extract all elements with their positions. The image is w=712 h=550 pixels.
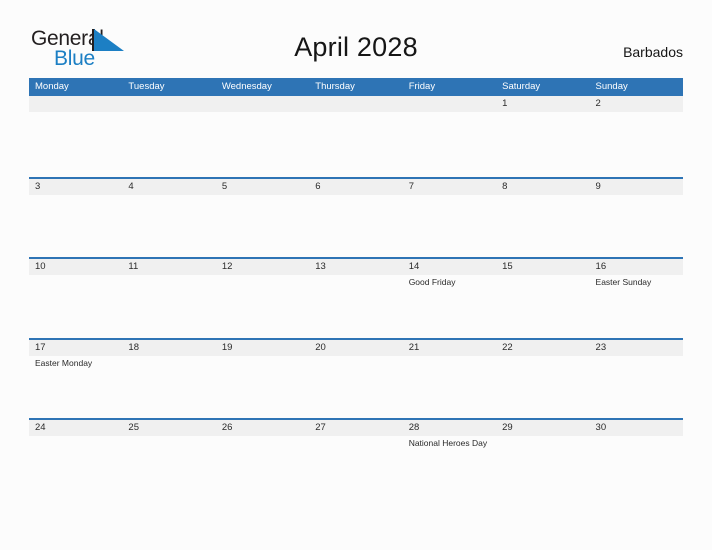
calendar-week-row: 1 2 (29, 96, 683, 177)
day-cell[interactable] (403, 96, 496, 177)
day-event: National Heroes Day (408, 438, 488, 448)
day-event: Easter Sunday (595, 277, 652, 287)
day-cell[interactable]: 24 (29, 420, 122, 499)
day-cell[interactable]: 6 (309, 179, 402, 258)
day-number: 3 (35, 180, 41, 192)
day-cell[interactable]: 4 (122, 179, 215, 258)
weekday-header-row: Monday Tuesday Wednesday Thursday Friday… (29, 78, 683, 96)
day-cell[interactable] (309, 96, 402, 177)
page-header: General Blue April 2028 Barbados (0, 0, 712, 78)
day-cell[interactable]: 23 (590, 340, 683, 419)
day-cell[interactable]: 1 (496, 96, 589, 177)
day-cell[interactable]: 28 National Heroes Day (403, 420, 496, 499)
day-cell[interactable]: 29 (496, 420, 589, 499)
day-cell[interactable]: 15 (496, 259, 589, 338)
day-number: 19 (221, 341, 233, 353)
day-number: 11 (128, 261, 139, 272)
day-cell[interactable]: 20 (309, 340, 402, 419)
calendar-week-row: 24 25 26 27 28 National Heroes Day 29 30 (29, 418, 683, 499)
day-number: 20 (315, 341, 326, 353)
day-cell[interactable]: 10 (29, 259, 122, 338)
day-cell[interactable] (122, 96, 215, 177)
day-number: 5 (221, 180, 228, 192)
day-number: 18 (128, 341, 139, 353)
day-cell[interactable] (29, 96, 122, 177)
calendar-grid: Monday Tuesday Wednesday Thursday Friday… (29, 78, 683, 499)
day-cell[interactable]: 21 (403, 340, 496, 419)
weekday-header-wednesday: Wednesday (221, 81, 272, 92)
day-number: 22 (502, 341, 513, 353)
calendar-page: General Blue April 2028 Barbados Monday … (0, 0, 712, 550)
calendar-locale-label: Barbados (623, 44, 683, 60)
day-cell[interactable]: 22 (496, 340, 589, 419)
day-cell[interactable]: 2 (590, 96, 683, 177)
day-cell[interactable]: 7 (403, 179, 496, 258)
day-cell[interactable]: 25 (122, 420, 215, 499)
day-number: 14 (408, 261, 420, 272)
day-cell[interactable]: 9 (590, 179, 683, 258)
weekday-header-friday: Friday (408, 81, 436, 92)
day-number: 16 (595, 261, 607, 272)
day-number: 30 (595, 422, 607, 433)
day-cell[interactable]: 5 (216, 179, 309, 258)
day-cell[interactable]: 19 (216, 340, 309, 419)
day-number: 12 (221, 261, 233, 272)
day-cell[interactable]: 12 (216, 259, 309, 338)
day-number: 27 (315, 422, 326, 433)
day-cell[interactable]: 26 (216, 420, 309, 499)
day-cell[interactable]: 27 (309, 420, 402, 499)
weekday-header-tuesday: Tuesday (128, 81, 165, 92)
day-number: 24 (35, 422, 46, 433)
day-number: 2 (595, 98, 601, 109)
day-cell[interactable]: 14 Good Friday (403, 259, 496, 338)
day-number: 21 (408, 341, 420, 353)
day-number: 28 (408, 422, 420, 433)
calendar-week-row: 3 4 5 6 7 8 9 (29, 176, 683, 258)
day-number: 6 (315, 180, 321, 192)
day-number: 13 (315, 261, 326, 272)
day-number: 1 (502, 98, 508, 109)
day-number: 4 (128, 180, 134, 192)
day-number: 8 (502, 180, 508, 192)
day-cell[interactable]: 16 Easter Sunday (590, 259, 683, 338)
calendar-week-row: 17 Easter Monday 18 19 20 21 22 23 (29, 337, 683, 419)
weekday-header-thursday: Thursday (315, 81, 355, 92)
day-cell[interactable]: 17 Easter Monday (29, 340, 122, 419)
day-cell[interactable]: 30 (590, 420, 683, 499)
day-cell[interactable]: 18 (122, 340, 215, 419)
weekday-header-sunday: Sunday (595, 81, 628, 92)
day-number: 23 (595, 341, 607, 353)
day-number: 17 (35, 341, 46, 353)
weekday-header-saturday: Saturday (502, 81, 541, 92)
day-number: 15 (502, 261, 513, 272)
day-cell[interactable] (216, 96, 309, 177)
day-cell[interactable]: 11 (122, 259, 215, 338)
day-number: 7 (408, 180, 414, 192)
page-title: April 2028 (294, 32, 418, 62)
day-number: 25 (128, 422, 139, 433)
day-number: 29 (502, 422, 513, 433)
day-number: 26 (221, 422, 233, 433)
day-event: Easter Monday (35, 357, 93, 368)
weekday-header-monday: Monday (35, 81, 69, 92)
day-number: 9 (595, 180, 601, 192)
day-number: 10 (35, 261, 46, 272)
day-cell[interactable]: 13 (309, 259, 402, 338)
calendar-week-row: 10 11 12 13 14 Good Friday 15 16 Easter … (29, 257, 683, 338)
day-cell[interactable]: 3 (29, 179, 122, 258)
day-cell[interactable]: 8 (496, 179, 589, 258)
day-event: Good Friday (408, 277, 456, 287)
